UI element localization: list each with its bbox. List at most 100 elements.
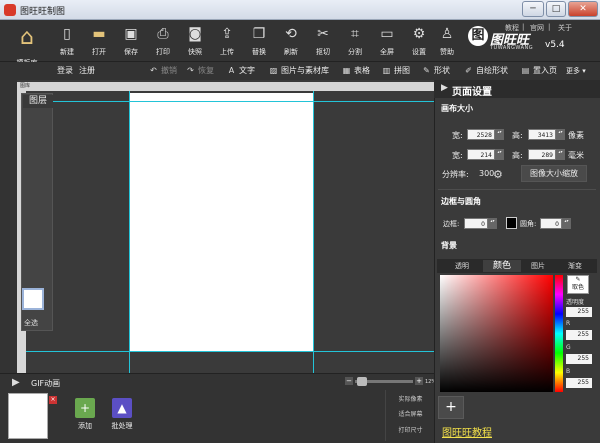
undo-button[interactable]: ↶ 撤销 (148, 64, 177, 78)
actual-pixels-link[interactable]: 实际像素 (386, 394, 435, 403)
radius-input[interactable]: 0 (540, 218, 562, 229)
batch-process-button[interactable]: ▲ 批处理 (107, 398, 137, 438)
snapshot-button[interactable]: ◙ 快照 (180, 20, 210, 62)
width-px-spinner[interactable] (495, 129, 504, 140)
collapse-arrow-icon[interactable]: ▶ (441, 83, 448, 93)
border-color-swatch[interactable] (506, 217, 517, 229)
sponsor-button[interactable]: ♙ 赞助 (432, 20, 462, 62)
background-heading: 背景 (441, 241, 457, 250)
hue-slider[interactable] (555, 275, 563, 392)
layers-title: 图层 (23, 95, 53, 108)
save-button[interactable]: ▣ 保存 (116, 20, 146, 62)
cutout-button[interactable]: ✂ 抠切 (308, 20, 338, 62)
delete-frame-icon[interactable]: × (49, 396, 57, 404)
image-resize-button[interactable]: 图像大小缩放 (521, 165, 587, 182)
resolution-value[interactable]: 300 (479, 169, 494, 178)
tutorial-link-bottom[interactable]: 图旺旺教程 (442, 424, 492, 439)
more-menu[interactable]: 更多 ▾ (566, 64, 586, 78)
register-link[interactable]: 注册 (79, 64, 95, 78)
custom-shape-tool[interactable]: ✐ 自绘形状 (463, 64, 508, 78)
resolution-gear-icon[interactable]: ⚙ (493, 168, 503, 181)
place-page-label: 置入页 (533, 66, 557, 75)
floppy-icon: ▣ (124, 26, 138, 42)
zoom-in-button[interactable]: + (415, 377, 423, 385)
tab-transparent[interactable]: 透明 (443, 260, 481, 272)
resolution-label: 分辨率: (442, 170, 469, 179)
fullscreen-button[interactable]: ▭ 全屏 (372, 20, 402, 62)
close-button[interactable]: ✕ (568, 1, 598, 17)
undo-label: 撤销 (161, 66, 177, 75)
r-input[interactable]: 255 (566, 330, 592, 340)
fit-screen-link[interactable]: 适合屏幕 (386, 409, 435, 418)
gif-label: GIF动画 (31, 379, 61, 388)
height-px-spinner[interactable] (556, 129, 565, 140)
place-page-tool[interactable]: ▤ 置入页 (520, 64, 557, 78)
new-button[interactable]: ▯ 新建 (52, 20, 82, 62)
refresh-button[interactable]: ⟲ 刷新 (276, 20, 306, 62)
r-label: R (566, 320, 571, 327)
height-mm-input[interactable]: 289 (528, 149, 556, 160)
opacity-label: 透明度 (566, 299, 585, 306)
tab-image[interactable]: 图片 (519, 260, 557, 272)
website-link[interactable]: 官网 (530, 23, 544, 33)
save-label: 保存 (124, 48, 138, 56)
maximize-button[interactable]: □ (546, 1, 566, 17)
height-mm-spinner[interactable] (556, 149, 565, 160)
upload-label: 上传 (220, 48, 234, 56)
printer-icon: ⎙ (157, 26, 169, 42)
guide-right (313, 91, 314, 373)
collage-tool[interactable]: ▥ 拼图 (381, 64, 410, 78)
color-picker-field[interactable] (440, 275, 553, 392)
more-label: 更多 (566, 67, 580, 75)
template-library-button[interactable]: ⌂ 模板库 (10, 20, 44, 68)
open-button[interactable]: ▬ 打开 (84, 20, 114, 62)
border-spinner[interactable] (488, 218, 497, 229)
window-title: 图旺旺制图 (20, 7, 66, 17)
settings-button[interactable]: ⚙ 设置 (404, 20, 434, 62)
b-label: B (566, 368, 571, 375)
shape-tool[interactable]: ✎ 形状 (421, 64, 450, 78)
b-input[interactable]: 255 (566, 378, 592, 388)
scissors-icon: ✂ (317, 26, 329, 42)
tab-gradient[interactable]: 渐变 (556, 260, 594, 272)
add-frame-button[interactable]: + 添加 (70, 398, 100, 438)
replace-button[interactable]: ❐ 替换 (244, 20, 274, 62)
width-px-input[interactable]: 2528 (467, 129, 495, 140)
pen-icon: ✐ (465, 66, 472, 75)
g-input[interactable]: 255 (566, 354, 592, 364)
height-px-input[interactable]: 3413 (528, 129, 556, 140)
text-tool[interactable]: A 文字 (226, 64, 255, 78)
height-label: 高: (512, 131, 523, 140)
width-mm-spinner[interactable] (495, 149, 504, 160)
zoom-out-button[interactable]: − (345, 377, 353, 385)
add-swatch-button[interactable]: + (438, 396, 464, 419)
width-mm-input[interactable]: 214 (467, 149, 495, 160)
minimize-button[interactable]: ─ (522, 1, 544, 17)
table-tool[interactable]: ▦ 表格 (341, 64, 370, 78)
print-button[interactable]: ⎙ 打印 (148, 20, 178, 62)
eyedropper-button[interactable]: ✎ 取色 (567, 275, 589, 294)
about-link[interactable]: 关于 (558, 23, 572, 33)
print-size-link[interactable]: 打印尺寸 (386, 425, 435, 434)
collage-tool-label: 拼图 (394, 66, 410, 75)
layer-thumbnail[interactable] (22, 288, 44, 310)
radius-spinner[interactable] (562, 218, 571, 229)
tab-color[interactable]: 颜色 (483, 260, 521, 272)
play-icon[interactable]: ▶ (12, 377, 20, 388)
select-all-layers[interactable]: 全选 (24, 318, 38, 328)
images-tool[interactable]: ▨ 图片与素材库 (268, 64, 329, 78)
canvas-size-heading: 画布大小 (441, 104, 473, 113)
horizontal-ruler: 图库 (17, 82, 434, 91)
refresh-label: 刷新 (284, 48, 298, 56)
frame-thumbnail[interactable] (8, 393, 48, 439)
document-page[interactable] (129, 93, 313, 351)
upload-button[interactable]: ⇪ 上传 (212, 20, 242, 62)
split-button[interactable]: ⌗ 分割 (340, 20, 370, 62)
opacity-input[interactable]: 255 (566, 307, 592, 317)
zoom-slider-thumb[interactable] (357, 377, 367, 386)
redo-button[interactable]: ↷ 恢复 (185, 64, 214, 78)
collage-icon: ▥ (382, 66, 391, 75)
add-icon: + (75, 398, 95, 418)
login-link[interactable]: 登录 (57, 64, 73, 78)
border-input[interactable]: 0 (464, 218, 488, 229)
